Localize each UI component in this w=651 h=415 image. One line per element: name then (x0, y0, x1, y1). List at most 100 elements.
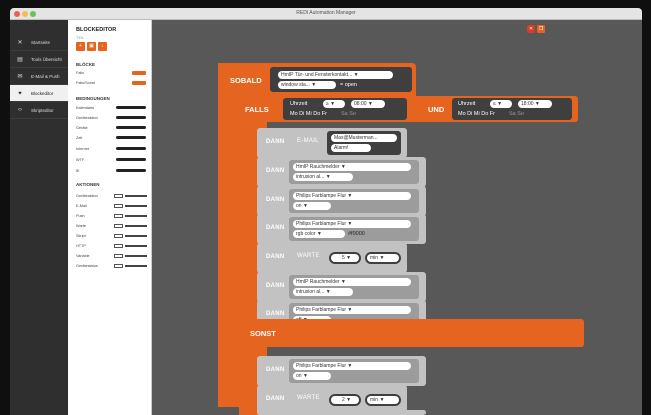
trigger-condition[interactable]: HmIP Tür- und Fensterkontakt... ▼ window… (270, 67, 412, 92)
condition-block[interactable] (116, 158, 146, 161)
action-block[interactable] (114, 214, 123, 218)
action-block[interactable] (114, 234, 123, 238)
dann-device-action[interactable]: DANN Philips Farblampe Flur ▼ on ▼ (257, 356, 426, 386)
email-fields[interactable]: Max@Musterman... Alarm! (327, 131, 401, 155)
sidebar: ✕ Startseite ▤ Tools Übersicht ✉ E-Mail … (10, 20, 68, 415)
sobald-block[interactable]: SOBALD HmIP Tür- und Fensterkontakt... ▼… (218, 63, 416, 96)
dann-device-action[interactable]: DANN HmIP Rauchmelder ▼ intrusion al... … (257, 272, 426, 302)
action-block[interactable] (114, 264, 123, 268)
condition-block[interactable] (116, 169, 146, 172)
action-block-bar (125, 235, 147, 237)
falls-block[interactable]: FALLS Uhrzeit ≥ ▼ 08:00 ▼ Mo Di Mi Do Fr… (239, 96, 578, 122)
action-block[interactable] (114, 224, 123, 228)
trigger-state-select[interactable]: window sta... ▼ (278, 81, 336, 89)
weekdays-active[interactable]: Mo Di Mi Do Fr (458, 111, 495, 117)
device-select[interactable]: HmIP Rauchmelder ▼ (293, 163, 411, 171)
state-select[interactable]: rgb color ▼ (293, 230, 345, 238)
condition-block[interactable] (116, 147, 146, 150)
dann-warte-action[interactable]: DANN WARTE 5 ▼ min ▼ (257, 243, 407, 273)
sidebar-item-label: Skripteditor (31, 107, 54, 113)
warte-unit-wrap[interactable]: min ▼ (365, 394, 401, 406)
time-condition-1[interactable]: Uhrzeit ≥ ▼ 08:00 ▼ Mo Di Mi Do Fr Sa So (283, 98, 407, 120)
state-select[interactable]: intrusion al... ▼ (293, 288, 353, 296)
save-button[interactable]: ▣ (87, 42, 96, 51)
falls-sonst-block[interactable] (132, 81, 146, 85)
warte-amount-select[interactable]: 5 ▼ (331, 254, 359, 262)
condition-block[interactable] (116, 136, 146, 139)
color-value[interactable]: #f0000 (348, 231, 365, 237)
action-block[interactable] (114, 204, 123, 208)
action-block-bar (125, 205, 147, 207)
dann-email-action[interactable]: DANN E-MAIL Max@Musterman... Alarm! (257, 128, 407, 158)
device-select[interactable]: HmIP Rauchmelder ▼ (293, 278, 411, 286)
dann-device-action[interactable]: DANN HmIP Rauchmelder ▼ intrusion al... … (257, 157, 426, 187)
dann-device-action[interactable]: DANN Philips Farblampe Flur ▼ on ▼ (257, 186, 426, 216)
weekdays-inactive[interactable]: Sa So (341, 111, 356, 117)
device-select[interactable]: Philips Farblampe Flur ▼ (293, 306, 411, 314)
device-action-fields[interactable]: Philips Farblampe Flur ▼ rgb color ▼ #f0… (289, 217, 419, 241)
sidebar-item-tools[interactable]: ▤ Tools Übersicht (10, 51, 68, 68)
palette-item: HTTP (76, 244, 86, 248)
falls-block[interactable] (132, 71, 146, 75)
sidebar-item-label: Startseite (31, 39, 51, 45)
warte-amount-wrap[interactable]: 2 ▼ (329, 394, 361, 406)
section-aktionen: AKTIONEN (76, 182, 100, 187)
device-select[interactable]: Philips Farblampe Flur ▼ (293, 362, 411, 370)
action-block[interactable] (114, 254, 123, 258)
palette-subtitle: TEIL → (76, 35, 90, 40)
warte-unit-wrap[interactable]: min ▼ (365, 252, 401, 264)
device-action-fields[interactable]: HmIP Rauchmelder ▼ intrusion al... ▼ (289, 275, 419, 299)
sidebar-item-startseite[interactable]: ✕ Startseite (10, 34, 68, 51)
device-action-fields[interactable]: Philips Farblampe Flur ▼ on ▼ (289, 189, 419, 213)
state-select[interactable]: on ▼ (293, 372, 331, 380)
dann-action-partial[interactable] (257, 410, 426, 415)
sonst-block[interactable]: SONST (239, 319, 584, 347)
action-block[interactable] (114, 244, 123, 248)
palette-item: Kalendarts (76, 106, 95, 110)
time-select[interactable]: 08:00 ▼ (351, 100, 385, 108)
download-button[interactable]: ↓ (98, 42, 107, 51)
operator-select[interactable]: ≤ ▼ (490, 100, 512, 108)
dann-label: DANN (266, 139, 285, 145)
time-condition-2[interactable]: Uhrzeit ≤ ▼ 18:00 ▼ Mo Di Mi Do Fr Sa So (452, 98, 572, 120)
action-block-bar (125, 265, 147, 267)
dann-label: DANN (266, 283, 285, 289)
action-block[interactable] (114, 194, 123, 198)
delete-button[interactable]: ✕ (527, 25, 535, 33)
trigger-device-select[interactable]: HmIP Tür- und Fensterkontakt... ▼ (278, 71, 393, 79)
email-message-field[interactable]: Alarm! (331, 144, 371, 152)
warte-label: WARTE (297, 253, 320, 259)
device-select[interactable]: Philips Farblampe Flur ▼ (293, 192, 411, 200)
sidebar-item-email[interactable]: ✉ E-Mail & Push (10, 68, 68, 85)
state-select[interactable]: on ▼ (293, 202, 331, 210)
new-button[interactable]: + (76, 42, 85, 51)
dann-device-action[interactable]: DANN Philips Farblampe Flur ▼ rgb color … (257, 214, 426, 244)
puzzle-icon: ✦ (17, 90, 23, 97)
warte-amount-select[interactable]: 2 ▼ (331, 396, 359, 404)
dann-label: DANN (266, 168, 285, 174)
weekdays-inactive[interactable]: Sa So (509, 111, 524, 117)
sidebar-item-label: E-Mail & Push (31, 73, 60, 79)
weekdays-active[interactable]: Mo Di Mi Do Fr (290, 111, 327, 117)
sidebar-item-skripteditor[interactable]: ‹› Skripteditor (10, 102, 68, 119)
und-label: UND (428, 105, 445, 114)
warte-amount-wrap[interactable]: 5 ▼ (329, 252, 361, 264)
condition-block[interactable] (116, 106, 146, 109)
action-block-bar (125, 195, 147, 197)
condition-block[interactable] (116, 126, 146, 129)
sidebar-item-blockeditor[interactable]: ✦ Blockeditor (10, 85, 68, 102)
device-action-fields[interactable]: HmIP Rauchmelder ▼ intrusion al... ▼ (289, 160, 419, 184)
operator-select[interactable]: ≥ ▼ (323, 100, 345, 108)
device-action-fields[interactable]: Philips Farblampe Flur ▼ on ▼ (289, 359, 419, 383)
state-select[interactable]: intrusion al... ▼ (293, 173, 353, 181)
time-select[interactable]: 18:00 ▼ (518, 100, 552, 108)
warte-unit-select[interactable]: min ▼ (367, 254, 399, 262)
palette-item: Geräteaktion (76, 194, 98, 198)
uhrzeit-label: Uhrzeit (290, 101, 308, 107)
device-select[interactable]: Philips Farblampe Flur ▼ (293, 220, 411, 228)
warte-unit-select[interactable]: min ▼ (367, 396, 399, 404)
email-recipient-field[interactable]: Max@Musterman... (331, 134, 397, 142)
condition-block[interactable] (116, 116, 146, 119)
dann-label: DANN (266, 396, 285, 402)
copy-button[interactable]: ❐ (537, 25, 545, 33)
